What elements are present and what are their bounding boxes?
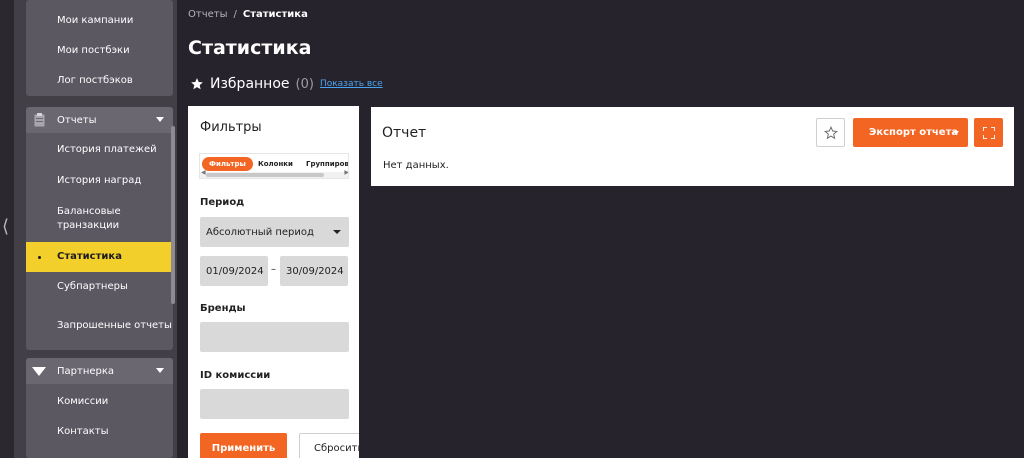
sidebar: Мои кампании Мои постбэки Лог постбэков … bbox=[14, 0, 177, 458]
report-panel: Отчет Экспорт отчета Нет данных. bbox=[371, 107, 1014, 186]
chevron-down-icon bbox=[156, 117, 164, 122]
sidebar-scrollbar[interactable] bbox=[171, 126, 175, 304]
date-to-input[interactable]: 30/09/2024 bbox=[280, 256, 348, 286]
triangle-down-icon bbox=[32, 367, 46, 376]
fullscreen-button[interactable] bbox=[974, 118, 1003, 147]
breadcrumb-separator: / bbox=[233, 9, 237, 20]
commission-id-input[interactable] bbox=[200, 389, 349, 419]
export-report-button[interactable]: Экспорт отчета bbox=[853, 118, 968, 147]
active-dot bbox=[38, 256, 41, 259]
report-title: Отчет bbox=[382, 125, 427, 141]
sidebar-item-payment-history[interactable]: История платежей bbox=[26, 141, 173, 159]
tabs-scroll-thumb[interactable] bbox=[206, 173, 324, 177]
commission-id-label: ID комиссии bbox=[200, 370, 271, 381]
filters-panel: Фильтры Фильтры Колонки Группировать ◀ ▶… bbox=[188, 106, 359, 458]
sidebar-item-my-campaigns[interactable]: Мои кампании bbox=[26, 12, 173, 30]
sidebar-group-partner: Партнерка Комиссии Контакты bbox=[26, 358, 173, 458]
date-range-separator: – bbox=[271, 264, 276, 275]
favorites-bar: Избранное (0) Показать все bbox=[190, 74, 383, 94]
sidebar-item-commissions[interactable]: Комиссии bbox=[26, 393, 173, 411]
apply-button[interactable]: Применить bbox=[200, 433, 287, 458]
fullscreen-icon bbox=[982, 126, 995, 139]
scroll-right-icon[interactable]: ▶ bbox=[344, 169, 348, 176]
tab-filters[interactable]: Фильтры bbox=[202, 157, 253, 171]
scroll-left-icon[interactable]: ◀ bbox=[201, 169, 206, 176]
sidebar-item-postback-log[interactable]: Лог постбэков bbox=[26, 72, 173, 90]
sidebar-item-subpartners[interactable]: Субпартнеры bbox=[26, 278, 173, 296]
breadcrumb-current: Статистика bbox=[242, 9, 308, 20]
sidebar-header-partner[interactable]: Партнерка bbox=[26, 358, 173, 384]
date-from-input[interactable]: 01/09/2024 bbox=[200, 256, 268, 286]
favorites-count: (0) bbox=[295, 76, 314, 92]
chevron-left-icon: ⟨ bbox=[2, 216, 10, 237]
sidebar-collapse-handle[interactable]: ⟨ bbox=[0, 0, 14, 458]
chevron-down-icon bbox=[953, 131, 959, 135]
sidebar-item-balance-transactions[interactable]: Балансовые транзакции bbox=[26, 202, 173, 236]
tab-grouping[interactable]: Группировать bbox=[306, 157, 348, 171]
sidebar-item-statistics[interactable]: Статистика bbox=[26, 242, 173, 272]
filters-tabs: Фильтры Колонки Группировать ◀ ▶ bbox=[199, 153, 349, 179]
reset-button[interactable]: Сбросить bbox=[299, 433, 359, 458]
brands-label: Бренды bbox=[200, 303, 246, 314]
sidebar-item-my-postbacks[interactable]: Мои постбэки bbox=[26, 42, 173, 60]
sidebar-item-contacts[interactable]: Контакты bbox=[26, 423, 173, 441]
sidebar-item-requested-reports[interactable]: Запрошенные отчеты bbox=[26, 309, 173, 343]
sidebar-item-reward-history[interactable]: История наград bbox=[26, 172, 173, 190]
breadcrumb-parent-link[interactable]: Отчеты bbox=[188, 9, 227, 20]
chevron-down-icon bbox=[333, 230, 341, 234]
favorites-label: Избранное bbox=[210, 76, 290, 92]
sidebar-header-reports[interactable]: Отчеты bbox=[26, 107, 173, 133]
brands-input[interactable] bbox=[200, 322, 349, 352]
star-filled-icon bbox=[191, 78, 203, 90]
sidebar-group-reports: Отчеты История платежей История наград Б… bbox=[26, 107, 173, 350]
tabs-scrollbar[interactable]: ◀ ▶ bbox=[200, 169, 348, 178]
show-all-link[interactable]: Показать все bbox=[320, 79, 383, 89]
tab-columns[interactable]: Колонки bbox=[258, 157, 293, 171]
breadcrumb: Отчеты / Статистика bbox=[188, 9, 308, 20]
filters-title: Фильтры bbox=[200, 120, 262, 135]
chevron-down-icon bbox=[156, 368, 164, 373]
clipboard-icon bbox=[34, 113, 45, 127]
sidebar-group-campaigns: Мои кампании Мои постбэки Лог постбэков bbox=[26, 0, 173, 96]
empty-state-text: Нет данных. bbox=[383, 160, 449, 171]
period-select[interactable]: Абсолютный период bbox=[200, 217, 349, 247]
star-outline-icon bbox=[823, 125, 838, 139]
period-label: Период bbox=[200, 197, 245, 208]
page-title: Статистика bbox=[188, 37, 312, 59]
add-to-favorites-button[interactable] bbox=[816, 118, 845, 147]
